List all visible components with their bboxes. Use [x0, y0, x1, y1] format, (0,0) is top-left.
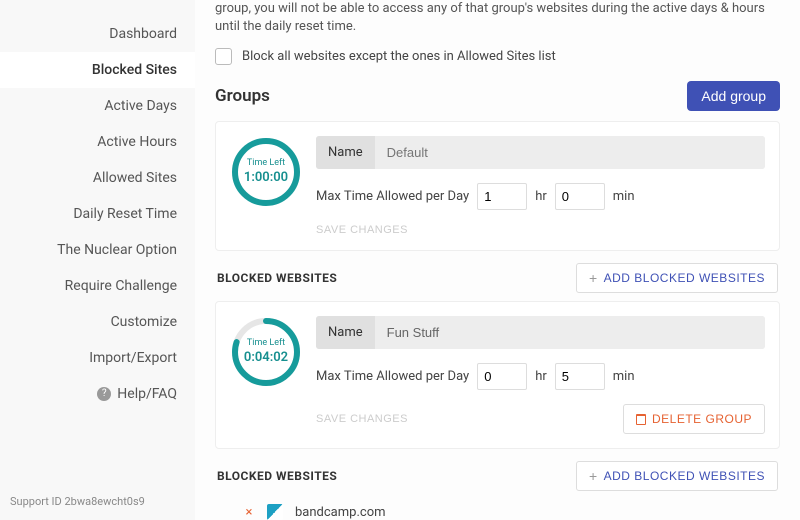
add-blocked-websites-button[interactable]: + ADD BLOCKED WEBSITES [576, 263, 778, 293]
name-label: Name [316, 316, 375, 349]
sidebar-item-blocked-sites[interactable]: Blocked Sites [0, 52, 195, 88]
intro-text: group, you will not be able to access an… [215, 0, 780, 36]
sidebar-item-require-challenge[interactable]: Require Challenge [0, 268, 195, 304]
max-hours-input[interactable] [477, 363, 527, 390]
time-left-ring: Time Left 1:00:00 [230, 136, 302, 208]
add-group-button[interactable]: Add group [687, 81, 780, 111]
support-id: Support ID 2bwa8ewcht0s9 [0, 483, 195, 520]
time-left-value: 1:00:00 [230, 170, 302, 185]
block-all-label: Block all websites except the ones in Al… [242, 49, 556, 64]
max-minutes-input[interactable] [555, 363, 605, 390]
sidebar-item-dashboard[interactable]: Dashboard [0, 16, 195, 52]
sidebar-item-daily-reset-time[interactable]: Daily Reset Time [0, 196, 195, 232]
sidebar: Dashboard Blocked Sites Active Days Acti… [0, 0, 195, 520]
block-all-row: Block all websites except the ones in Al… [215, 48, 780, 65]
main-content: group, you will not be able to access an… [195, 0, 800, 520]
name-label: Name [316, 136, 375, 169]
max-time-label: Max Time Allowed per Day [316, 189, 469, 204]
time-left-value: 0:04:02 [230, 350, 302, 365]
blocked-websites-heading: BLOCKED WEBSITES [217, 469, 337, 483]
sidebar-item-help-faq[interactable]: Help/FAQ [0, 376, 195, 412]
group-card: Time Left 1:00:00 Name Max Time Allowed … [215, 121, 780, 251]
trash-icon [636, 414, 646, 425]
sidebar-item-active-days[interactable]: Active Days [0, 88, 195, 124]
site-domain: bandcamp.com [295, 505, 386, 520]
remove-site-icon[interactable]: × [243, 505, 255, 520]
plus-icon: + [589, 272, 598, 284]
save-changes-button[interactable]: SAVE CHANGES [316, 413, 408, 425]
sidebar-item-customize[interactable]: Customize [0, 304, 195, 340]
sidebar-item-nuclear-option[interactable]: The Nuclear Option [0, 232, 195, 268]
max-hours-input[interactable] [477, 183, 527, 210]
groups-heading: Groups [215, 86, 270, 106]
blocked-site-list: × bandcamp.com × imdb.com [215, 499, 780, 520]
sidebar-items: Dashboard Blocked Sites Active Days Acti… [0, 16, 195, 483]
time-left-ring: Time Left 0:04:02 [230, 316, 302, 388]
sidebar-item-import-export[interactable]: Import/Export [0, 340, 195, 376]
add-blocked-websites-button[interactable]: + ADD BLOCKED WEBSITES [576, 461, 778, 491]
group-name-input[interactable] [375, 316, 765, 349]
delete-group-button[interactable]: DELETE GROUP [623, 404, 765, 434]
sidebar-item-allowed-sites[interactable]: Allowed Sites [0, 160, 195, 196]
max-minutes-input[interactable] [555, 183, 605, 210]
max-time-label: Max Time Allowed per Day [316, 369, 469, 384]
sidebar-item-active-hours[interactable]: Active Hours [0, 124, 195, 160]
group-card: Time Left 0:04:02 Name Max Time Allowed … [215, 301, 780, 449]
block-all-checkbox[interactable] [215, 48, 232, 65]
save-changes-button[interactable]: SAVE CHANGES [316, 224, 408, 236]
group-name-input[interactable] [375, 136, 765, 169]
favicon-icon [267, 504, 283, 520]
plus-icon: + [589, 470, 598, 482]
blocked-websites-heading: BLOCKED WEBSITES [217, 271, 337, 285]
blocked-site-row: × bandcamp.com [243, 499, 766, 520]
